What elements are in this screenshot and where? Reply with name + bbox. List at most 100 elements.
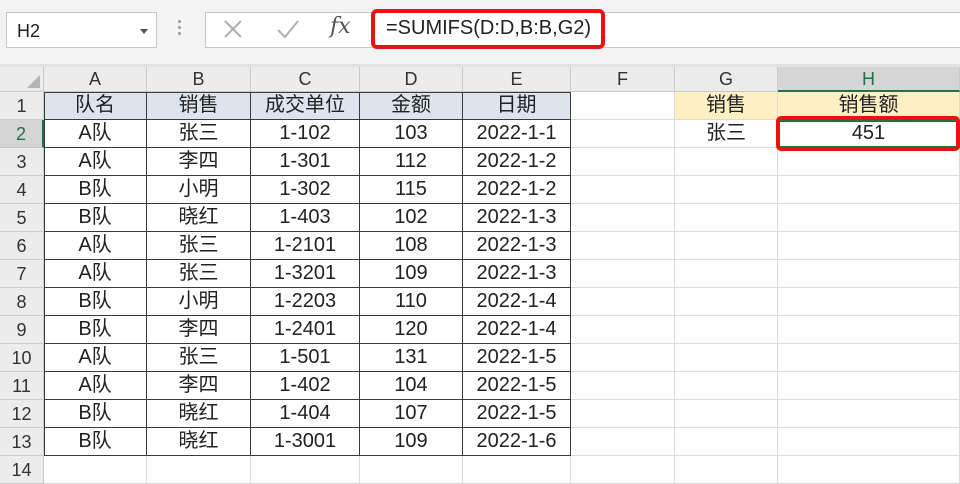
empty-cell[interactable] [571,288,675,316]
row-header-4[interactable]: 4 [0,176,44,204]
column-header-d[interactable]: D [360,67,463,92]
empty-cell[interactable] [675,260,778,288]
chevron-down-icon[interactable] [140,29,148,34]
empty-cell[interactable] [778,456,960,484]
table-cell[interactable]: 李四 [147,148,251,176]
row-header-10[interactable]: 10 [0,344,44,372]
table-cell[interactable]: 晓红 [147,400,251,428]
table-cell[interactable]: A队 [44,260,147,288]
table-cell[interactable]: 晓红 [147,428,251,456]
table-cell[interactable]: 110 [360,288,463,316]
empty-cell[interactable] [778,344,960,372]
table-cell[interactable]: 张三 [147,232,251,260]
empty-cell[interactable] [778,232,960,260]
select-all-button[interactable] [0,67,44,92]
table-cell[interactable]: 2022-1-5 [463,344,571,372]
empty-cell[interactable] [675,428,778,456]
column-header-c[interactable]: C [251,67,360,92]
empty-cell[interactable] [675,148,778,176]
table-cell[interactable]: 小明 [147,288,251,316]
row-header-12[interactable]: 12 [0,400,44,428]
table-cell[interactable]: 1-3201 [251,260,360,288]
row-header-3[interactable]: 3 [0,148,44,176]
empty-cell[interactable] [571,204,675,232]
table-header-cell[interactable]: 金额 [360,92,463,120]
empty-cell[interactable] [44,456,147,484]
table-cell[interactable]: 103 [360,120,463,148]
empty-cell[interactable] [463,456,571,484]
table-cell[interactable]: 2022-1-2 [463,148,571,176]
table-cell[interactable]: 1-302 [251,176,360,204]
table-cell[interactable]: 张三 [147,120,251,148]
empty-cell[interactable] [675,316,778,344]
row-header-2[interactable]: 2 [0,120,44,148]
empty-cell[interactable] [675,344,778,372]
empty-cell[interactable] [778,288,960,316]
table-cell[interactable]: 2022-1-4 [463,316,571,344]
table-header-cell[interactable]: 日期 [463,92,571,120]
name-box[interactable]: H2 [6,12,157,48]
formula-text[interactable]: =SUMIFS(D:D,B:B,G2) [371,9,605,49]
column-header-e[interactable]: E [463,67,571,92]
checkmark-icon[interactable] [275,17,301,41]
row-header-6[interactable]: 6 [0,232,44,260]
table-cell[interactable]: 2022-1-5 [463,400,571,428]
empty-cell[interactable] [675,176,778,204]
empty-cell[interactable] [571,344,675,372]
table-cell[interactable]: 1-404 [251,400,360,428]
table-cell[interactable]: 1-403 [251,204,360,232]
column-header-g[interactable]: G [675,67,778,92]
table-cell[interactable]: 2022-1-3 [463,260,571,288]
row-header-14[interactable]: 14 [0,456,44,484]
empty-cell[interactable] [778,428,960,456]
empty-cell[interactable] [571,260,675,288]
table-cell[interactable]: 晓红 [147,204,251,232]
table-cell[interactable]: 2022-1-5 [463,372,571,400]
table-cell[interactable]: B队 [44,176,147,204]
table-cell[interactable]: 104 [360,372,463,400]
table-cell[interactable]: 2022-1-1 [463,120,571,148]
empty-cell[interactable] [571,148,675,176]
empty-cell[interactable] [675,372,778,400]
empty-cell[interactable] [675,456,778,484]
empty-cell[interactable] [571,428,675,456]
table-cell[interactable]: B队 [44,288,147,316]
table-cell[interactable]: 2022-1-2 [463,176,571,204]
table-cell[interactable]: 120 [360,316,463,344]
table-cell[interactable]: B队 [44,400,147,428]
table-header-cell[interactable]: 销售 [147,92,251,120]
empty-cell[interactable] [675,400,778,428]
table-cell[interactable]: 109 [360,260,463,288]
table-cell[interactable]: 102 [360,204,463,232]
table-cell[interactable]: 115 [360,176,463,204]
table-cell[interactable]: 112 [360,148,463,176]
table-cell[interactable]: 131 [360,344,463,372]
empty-cell[interactable] [675,232,778,260]
empty-cell[interactable] [571,316,675,344]
table-cell[interactable]: A队 [44,372,147,400]
empty-cell[interactable] [778,260,960,288]
empty-cell[interactable] [778,400,960,428]
empty-cell[interactable] [571,456,675,484]
empty-cell[interactable] [778,316,960,344]
table-cell[interactable]: 1-2401 [251,316,360,344]
empty-cell[interactable] [778,204,960,232]
empty-cell[interactable] [571,92,675,120]
insert-function-icon[interactable]: fx [330,14,351,39]
row-header-11[interactable]: 11 [0,372,44,400]
table-cell[interactable]: 1-2203 [251,288,360,316]
table-cell[interactable]: B队 [44,428,147,456]
empty-cell[interactable] [571,232,675,260]
empty-cell[interactable] [675,288,778,316]
table-cell[interactable]: 张三 [147,260,251,288]
table-cell[interactable]: A队 [44,148,147,176]
row-header-8[interactable]: 8 [0,288,44,316]
empty-cell[interactable] [571,120,675,148]
table-cell[interactable]: A队 [44,120,147,148]
table-cell[interactable]: 1-501 [251,344,360,372]
table-cell[interactable]: 李四 [147,372,251,400]
table-cell[interactable]: B队 [44,204,147,232]
empty-cell[interactable] [778,372,960,400]
table-cell[interactable]: B队 [44,316,147,344]
table-cell[interactable]: A队 [44,344,147,372]
